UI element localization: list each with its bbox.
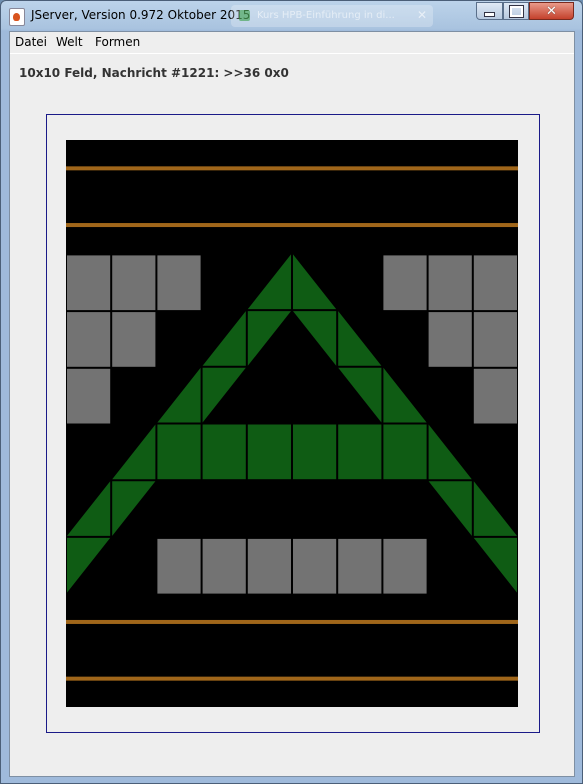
tab-close-icon[interactable]: ✕: [417, 8, 427, 22]
green-block: [202, 424, 246, 480]
window-title: JServer, Version 0.972 Oktober 2015: [31, 8, 251, 22]
browser-tab-icon: [239, 10, 250, 21]
green-triangle: [202, 367, 246, 423]
close-icon: ✕: [546, 3, 557, 19]
gray-block: [473, 312, 517, 367]
boundary-line: [66, 619, 518, 624]
green-triangle: [293, 254, 337, 310]
gray-block: [157, 538, 201, 594]
green-block: [338, 424, 382, 480]
green-triangle: [383, 367, 427, 423]
gray-block: [247, 538, 291, 594]
gray-block: [202, 538, 246, 594]
board-canvas[interactable]: [66, 140, 518, 707]
gray-block: [112, 255, 156, 311]
gray-block: [338, 538, 382, 594]
gray-block: [473, 255, 517, 311]
green-triangle: [473, 537, 517, 593]
green-triangle: [67, 537, 111, 593]
gray-block: [383, 538, 427, 594]
gray-block: [67, 312, 111, 367]
close-button[interactable]: ✕: [529, 2, 574, 20]
gray-block: [157, 255, 201, 311]
gray-block: [112, 312, 156, 367]
green-triangle: [67, 481, 111, 536]
gray-block: [293, 538, 337, 594]
java-app-icon: [9, 8, 25, 26]
maximize-button[interactable]: [503, 2, 529, 20]
green-triangle: [428, 481, 472, 536]
green-triangle: [473, 481, 517, 536]
gray-block: [383, 255, 427, 311]
green-triangle: [293, 311, 337, 366]
application-window: JServer, Version 0.972 Oktober 2015 Kurs…: [0, 0, 583, 784]
green-block: [293, 424, 337, 480]
green-triangle: [338, 367, 382, 423]
green-block: [157, 424, 201, 480]
green-triangle: [428, 424, 472, 480]
green-triangle: [247, 254, 291, 310]
menu-bar: Datei Welt Formen: [10, 32, 574, 54]
minimize-button[interactable]: [476, 2, 503, 20]
green-block: [247, 424, 291, 480]
maximize-icon: [508, 4, 524, 18]
green-triangle: [112, 424, 156, 480]
menu-formen[interactable]: Formen: [95, 35, 140, 49]
gray-block: [473, 368, 517, 424]
status-message: 10x10 Feld, Nachricht #1221: >>36 0x0: [19, 66, 289, 80]
game-board[interactable]: [66, 140, 518, 707]
green-triangle: [157, 367, 201, 423]
background-tab-title: Kurs HPB-Einführung in di...: [257, 10, 395, 21]
gray-block: [428, 312, 472, 367]
green-triangle: [338, 311, 382, 366]
green-block: [383, 424, 427, 480]
green-triangle: [202, 311, 246, 366]
gray-block: [67, 368, 111, 424]
minimize-icon: [484, 11, 495, 17]
green-triangle: [247, 311, 291, 366]
gray-block: [67, 255, 111, 311]
menu-datei[interactable]: Datei: [15, 35, 47, 49]
background-window-tab[interactable]: Kurs HPB-Einführung in di... ✕: [231, 5, 433, 27]
green-triangle: [112, 481, 156, 536]
boundary-line: [66, 223, 518, 228]
client-area: Datei Welt Formen 10x10 Feld, Nachricht …: [9, 31, 575, 777]
boundary-line: [66, 166, 518, 171]
gray-block: [428, 255, 472, 311]
menu-welt[interactable]: Welt: [56, 35, 83, 49]
title-bar[interactable]: JServer, Version 0.972 Oktober 2015 Kurs…: [1, 1, 582, 31]
boundary-line: [66, 676, 518, 681]
